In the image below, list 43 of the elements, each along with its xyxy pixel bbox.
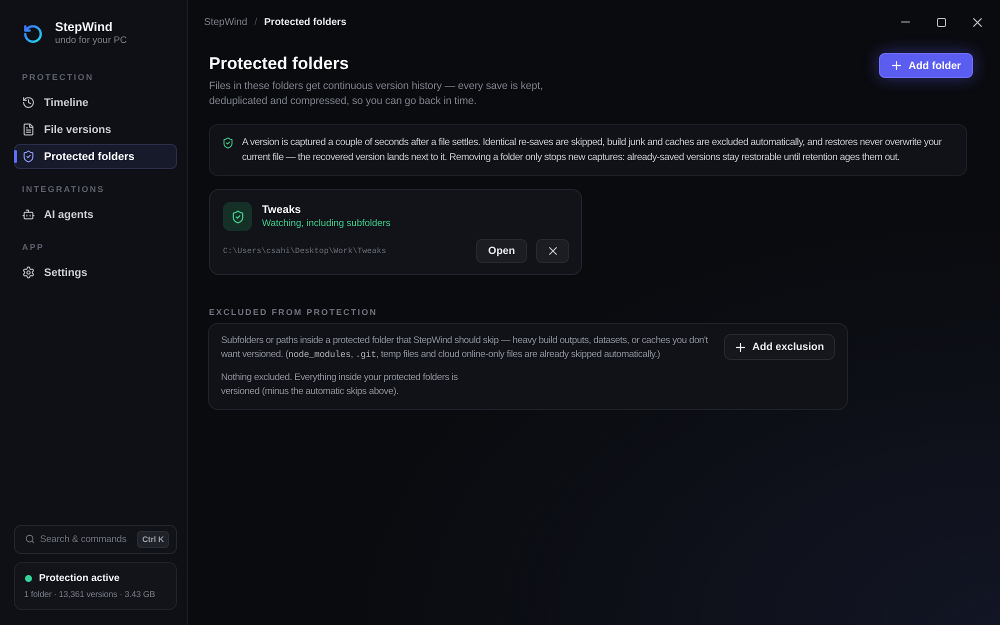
document-icon <box>22 123 35 136</box>
close-icon[interactable] <box>972 18 982 26</box>
robot-icon <box>22 208 35 221</box>
breadcrumb-separator: / <box>254 16 258 28</box>
minimize-icon[interactable] <box>900 21 910 23</box>
section-heading: EXCLUDED FROM PROTECTION <box>209 306 378 318</box>
nav-item[interactable]: Protected folders <box>14 144 177 169</box>
folder-path: C:\Users\csahi\Desktop\Work\Tweaks <box>223 246 386 256</box>
exclusions-description: Subfolders or paths inside a protected folder that StepWind should skip — heavy build outputs, datasets, or caches you don't want versioned. (node_modules, .git, temp files and cloud online-only files are already skipped automatically.) <box>221 334 709 362</box>
plus-icon <box>736 342 746 352</box>
shortcut-hint: Ctrl K <box>137 531 169 548</box>
nav-section-heading: APP <box>22 241 46 253</box>
nav-item[interactable]: AI agents <box>14 202 177 227</box>
open-button[interactable]: Open <box>476 239 527 263</box>
page-title: Protected folders <box>209 53 350 75</box>
nav-section-heading: INTEGRATIONS <box>22 183 106 195</box>
shield-check-icon <box>222 137 234 149</box>
nav-item[interactable]: Timeline <box>14 90 177 115</box>
settings-icon <box>22 266 35 279</box>
x-icon <box>548 247 556 255</box>
app-name: StepWind <box>55 20 114 34</box>
nav-section-heading: PROTECTION <box>22 71 95 83</box>
breadcrumb-item[interactable]: StepWind <box>204 16 248 28</box>
add-exclusion-button[interactable]: Add exclusion <box>724 334 835 360</box>
search-icon <box>25 534 35 544</box>
maximize-icon[interactable] <box>936 18 946 26</box>
folder-status: Watching, including subfolders <box>262 216 390 230</box>
add-folder-button[interactable]: Add folder <box>878 53 973 78</box>
app-tagline: undo for your PC <box>55 34 127 47</box>
remove-button[interactable] <box>536 239 569 263</box>
status-title: Protection active <box>39 572 120 585</box>
app-logo-icon <box>24 24 42 42</box>
plus-icon <box>892 61 900 70</box>
nav-item[interactable]: Settings <box>14 260 177 285</box>
page-subtitle: Files in these folders get continuous version history — every save is kept, deduplicated and compressed, so you can go back in time. <box>209 79 544 109</box>
empty-message: Nothing excluded. Everything inside your protected folders is versioned (minus the automatic skips above). <box>221 371 459 399</box>
breadcrumb-item: Protected folders <box>264 16 346 28</box>
info-text: A version is captured a couple of seconds after a file settles. Identical re-saves are skipped, build junk and caches are excluded automatically, and restores never overwrite your current file — the recovered version lands next to it. Removing a folder only stops new captures: already-saved versions stay restorable until retention ages them out. <box>242 136 943 165</box>
clock-arrow-icon <box>22 96 35 109</box>
status-detail: 1 folder · 13,361 versions · 3.43 GB <box>24 588 156 600</box>
folder-name: Tweaks <box>262 202 302 216</box>
shield-check-icon <box>22 150 35 163</box>
nav-item[interactable]: File versions <box>14 117 177 142</box>
